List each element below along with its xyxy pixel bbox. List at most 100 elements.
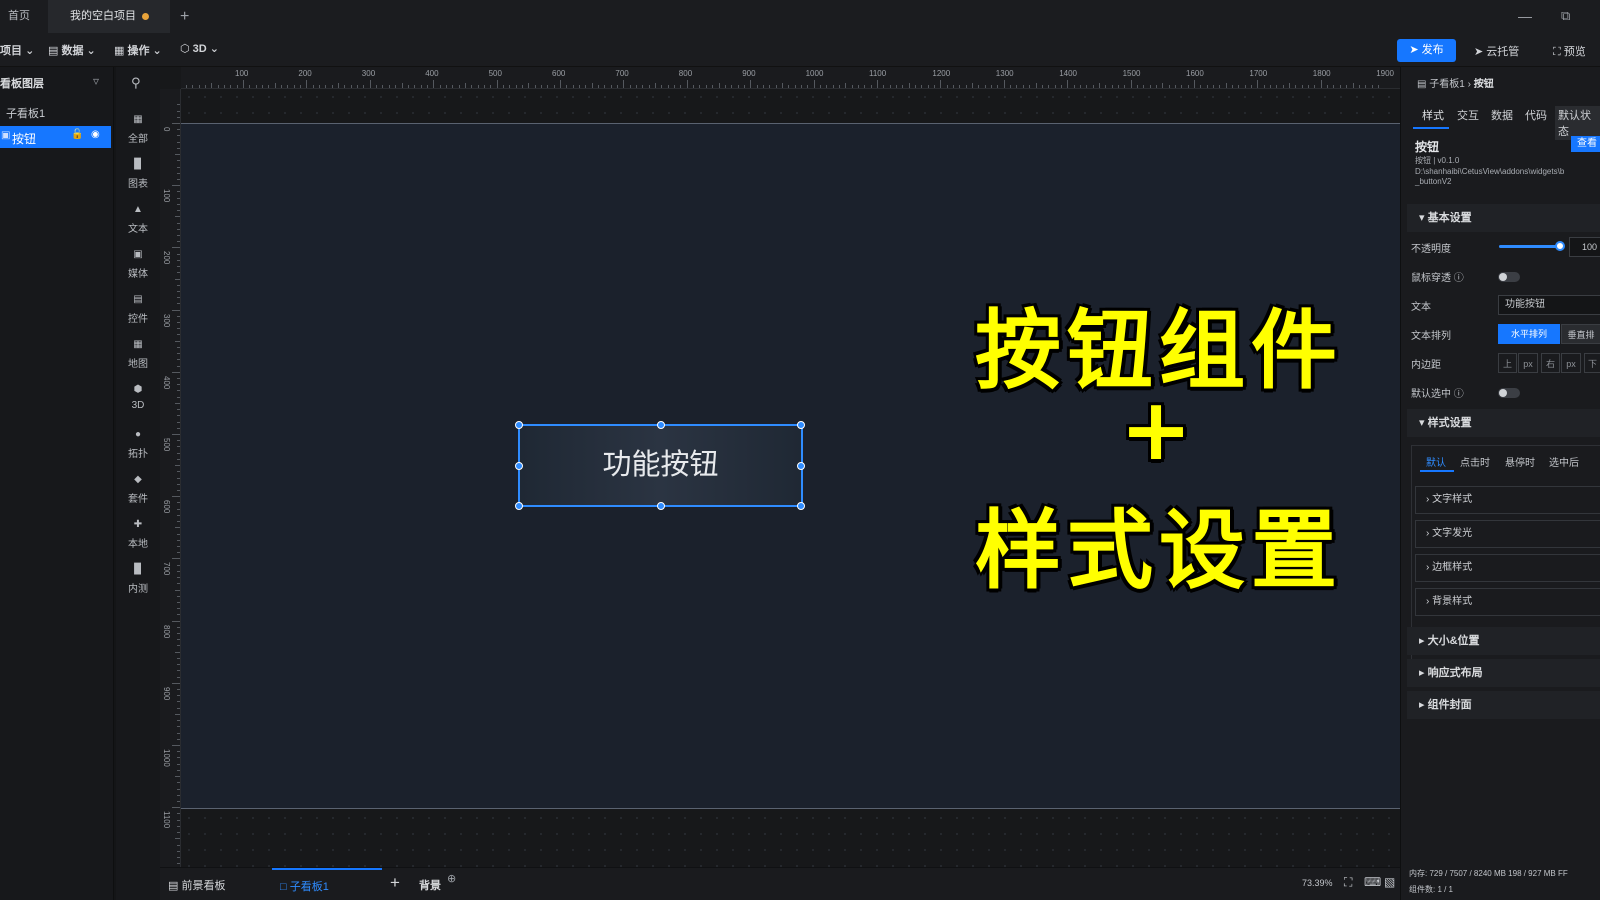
padding-bottom-input[interactable]: 下 xyxy=(1584,353,1600,373)
restore-icon[interactable]: ⧉ xyxy=(1561,8,1570,24)
opacity-slider[interactable] xyxy=(1499,241,1565,251)
accordion-text-style[interactable]: › 文字样式 xyxy=(1415,486,1600,514)
comp-beta[interactable]: ▉ 内测 xyxy=(116,564,160,595)
comp-topology[interactable]: ● 拓扑 xyxy=(116,429,160,460)
project-tab-label: 我的空白项目 xyxy=(70,10,136,22)
accordion-border-style[interactable]: › 边框样式 xyxy=(1415,554,1600,582)
zoom-level[interactable]: 73.39% xyxy=(1302,878,1333,888)
arrange-horizontal-button[interactable]: 水平排列 xyxy=(1498,324,1560,344)
section-cover[interactable]: ▸ 组件封面 xyxy=(1407,691,1600,719)
mouse-through-toggle[interactable] xyxy=(1498,272,1520,282)
chevron-down-icon: ⌄ xyxy=(152,45,162,57)
section-basic[interactable]: ▾ 基本设置 xyxy=(1407,204,1600,232)
view-doc-button[interactable]: 查看 xyxy=(1571,136,1600,152)
tab-style[interactable]: 样式 xyxy=(1422,107,1444,123)
tab-interaction[interactable]: 交互 xyxy=(1457,107,1479,123)
tab-subboard[interactable]: □ 子看板1 xyxy=(272,868,382,900)
resize-handle[interactable] xyxy=(657,502,665,510)
keyboard-icon[interactable]: ⌨ xyxy=(1364,875,1381,889)
comp-kit[interactable]: ◆ 套件 xyxy=(116,474,160,505)
comp-label: 全部 xyxy=(128,134,148,145)
layer-item-subboard[interactable]: 子看板1 xyxy=(6,105,45,121)
ruler-label: 1200 xyxy=(932,69,951,78)
resize-handle[interactable] xyxy=(797,502,805,510)
layer-type-icon: ▣ xyxy=(1,130,11,141)
section-size-position[interactable]: ▸ 大小&位置 xyxy=(1407,627,1600,655)
resize-handle[interactable] xyxy=(797,462,805,470)
accordion-background-style[interactable]: › 背景样式 xyxy=(1415,588,1600,616)
state-tab-click[interactable]: 点击时 xyxy=(1460,454,1490,469)
menu-project[interactable]: 项目 ⌄ xyxy=(0,42,34,58)
terminal-icon[interactable]: ▧ xyxy=(1384,875,1395,889)
default-select-toggle[interactable] xyxy=(1498,388,1520,398)
eye-icon[interactable]: ◉ xyxy=(91,129,100,140)
cloud-host-button[interactable]: ➤ 云托管 xyxy=(1474,43,1519,59)
add-board-button[interactable]: + xyxy=(390,873,400,893)
tab-code[interactable]: 代码 xyxy=(1525,107,1547,123)
page-icon: ▤ xyxy=(1417,79,1427,90)
accordion-text-glow[interactable]: › 文字发光 xyxy=(1415,520,1600,548)
comp-chart[interactable]: ▉ 图表 xyxy=(116,159,160,190)
background-tab[interactable]: 背景 xyxy=(419,877,441,893)
menu-operate[interactable]: ▦ 操作 ⌄ xyxy=(114,42,162,58)
comp-text[interactable]: ▲ 文本 xyxy=(116,204,160,235)
state-tab-default[interactable]: 默认 xyxy=(1426,454,1446,469)
preview-button[interactable]: ⛶ 预览 xyxy=(1553,43,1586,59)
fit-screen-icon[interactable]: ⛶ xyxy=(1344,875,1352,890)
widget-path-cont: _buttonV2 xyxy=(1415,177,1452,186)
new-tab-button[interactable]: + xyxy=(180,0,202,33)
publish-label: 发布 xyxy=(1421,44,1444,56)
section-style[interactable]: ▾ 样式设置 xyxy=(1407,409,1600,437)
tab-foreground-board[interactable]: ▤ 前景看板 xyxy=(168,877,225,893)
state-tab-hover[interactable]: 悬停时 xyxy=(1505,454,1535,469)
default-state-select[interactable]: 默认状态 xyxy=(1555,106,1600,140)
publish-button[interactable]: ➤ 发布 xyxy=(1397,39,1456,62)
filter-icon[interactable]: ▿ xyxy=(93,74,99,88)
breadcrumb-parent[interactable]: 子看板1 xyxy=(1429,79,1465,90)
tab-data[interactable]: 数据 xyxy=(1491,107,1513,123)
ruler-label: 400 xyxy=(162,375,171,390)
selected-button-widget[interactable]: 功能按钮 xyxy=(515,421,805,510)
send-icon: ➤ xyxy=(1474,46,1484,58)
menu-3d-label: 3D xyxy=(192,43,207,55)
ruler-label: 800 xyxy=(162,624,171,638)
tab-home[interactable]: 首页 xyxy=(0,0,48,33)
search-icon[interactable]: ⚲ xyxy=(131,75,141,91)
minimize-icon[interactable]: — xyxy=(1518,8,1532,24)
resize-handle[interactable] xyxy=(797,421,805,429)
ruler-label: 1300 xyxy=(995,69,1014,78)
ruler-left: 0 100 200 300 400 500 600 700 800 900 1000 1100 xyxy=(160,89,181,867)
comp-media[interactable]: ▣ 媒体 xyxy=(116,249,160,280)
resize-handle[interactable] xyxy=(515,421,523,429)
comp-local[interactable]: ✚ 本地 xyxy=(116,519,160,550)
accordion-label: 背景样式 xyxy=(1432,596,1473,607)
comp-3d[interactable]: ⬢ 3D xyxy=(116,384,160,411)
padding-right-input[interactable]: 右 xyxy=(1541,353,1560,373)
resize-handle[interactable] xyxy=(515,502,523,510)
padding-top-input[interactable]: 上 xyxy=(1498,353,1517,373)
caret-right-icon: ▸ xyxy=(1419,699,1425,711)
layer-item-button[interactable]: ▣ 按钮 🔓 ◉ xyxy=(0,126,111,148)
comp-control[interactable]: ▤ 控件 xyxy=(116,294,160,325)
chevron-down-icon: ⌄ xyxy=(86,45,96,57)
state-tab-selected[interactable]: 选中后 xyxy=(1549,454,1579,469)
unlock-icon[interactable]: 🔓 xyxy=(71,129,83,140)
add-circle-icon[interactable]: ⊕ xyxy=(447,872,456,885)
tab-label: 代码 xyxy=(1525,110,1547,122)
section-responsive[interactable]: ▸ 响应式布局 xyxy=(1407,659,1600,687)
tab-project[interactable]: 我的空白项目 xyxy=(48,0,170,33)
menu-project-label: 项目 xyxy=(0,45,22,57)
resize-handle[interactable] xyxy=(657,421,665,429)
resize-handle[interactable] xyxy=(515,462,523,470)
text-input[interactable]: 功能按钮 xyxy=(1498,295,1600,315)
menu-data[interactable]: ▤ 数据 ⌄ xyxy=(48,42,96,58)
opacity-input[interactable]: 100 xyxy=(1569,237,1600,257)
active-tab-indicator xyxy=(1413,127,1449,129)
comp-map[interactable]: ▦ 地图 xyxy=(116,339,160,370)
overlay-plus: + xyxy=(1120,380,1199,480)
opacity-slider-thumb[interactable] xyxy=(1555,241,1565,251)
menu-3d[interactable]: ⬡ 3D ⌄ xyxy=(180,42,219,55)
arrange-vertical-button[interactable]: 垂直排 xyxy=(1561,324,1600,344)
comp-all[interactable]: ▦ 全部 xyxy=(116,114,160,145)
ruler-label: 700 xyxy=(162,562,171,576)
